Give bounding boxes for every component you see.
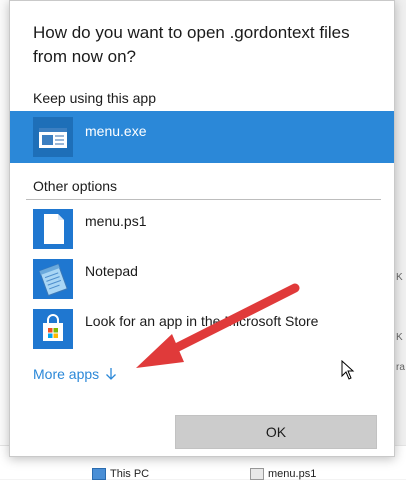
file-icon <box>250 468 264 480</box>
blank-file-icon <box>33 209 73 249</box>
pc-icon <box>92 468 106 480</box>
app-option-menu-ps1[interactable]: menu.ps1 <box>10 203 394 255</box>
app-option-notepad[interactable]: Notepad <box>10 253 394 305</box>
app-label-notepad: Notepad <box>85 263 138 279</box>
window-app-icon <box>33 117 73 157</box>
background-side-mark: K <box>396 272 403 283</box>
app-option-microsoft-store[interactable]: Look for an app in the Microsoft Store <box>10 303 394 355</box>
more-apps-label: More apps <box>33 366 100 382</box>
app-label-menu-exe: menu.exe <box>85 123 147 139</box>
arrow-down-icon <box>106 368 117 380</box>
open-with-dialog: How do you want to open .gordontext file… <box>9 0 395 457</box>
other-options-label: Other options <box>33 178 118 194</box>
app-label-menu-ps1: menu.ps1 <box>85 213 147 229</box>
background-file[interactable]: menu.ps1 <box>250 468 316 480</box>
divider <box>26 199 381 200</box>
app-label-microsoft-store: Look for an app in the Microsoft Store <box>85 313 319 329</box>
background-side-mark: K <box>396 332 403 343</box>
dialog-title: How do you want to open .gordontext file… <box>33 23 350 66</box>
background-side-mark: ra <box>396 362 405 373</box>
store-bag-icon <box>33 309 73 349</box>
keep-using-label: Keep using this app <box>33 90 156 106</box>
more-apps-link[interactable]: More apps <box>33 366 117 382</box>
background-file-label: menu.ps1 <box>268 468 317 480</box>
background-this-pc[interactable]: This PC <box>92 468 149 480</box>
notepad-icon <box>33 259 73 299</box>
this-pc-label: This PC <box>110 468 150 480</box>
ok-button[interactable]: OK <box>175 415 377 449</box>
app-option-menu-exe[interactable]: menu.exe <box>10 111 394 163</box>
mouse-cursor-icon <box>341 360 355 380</box>
